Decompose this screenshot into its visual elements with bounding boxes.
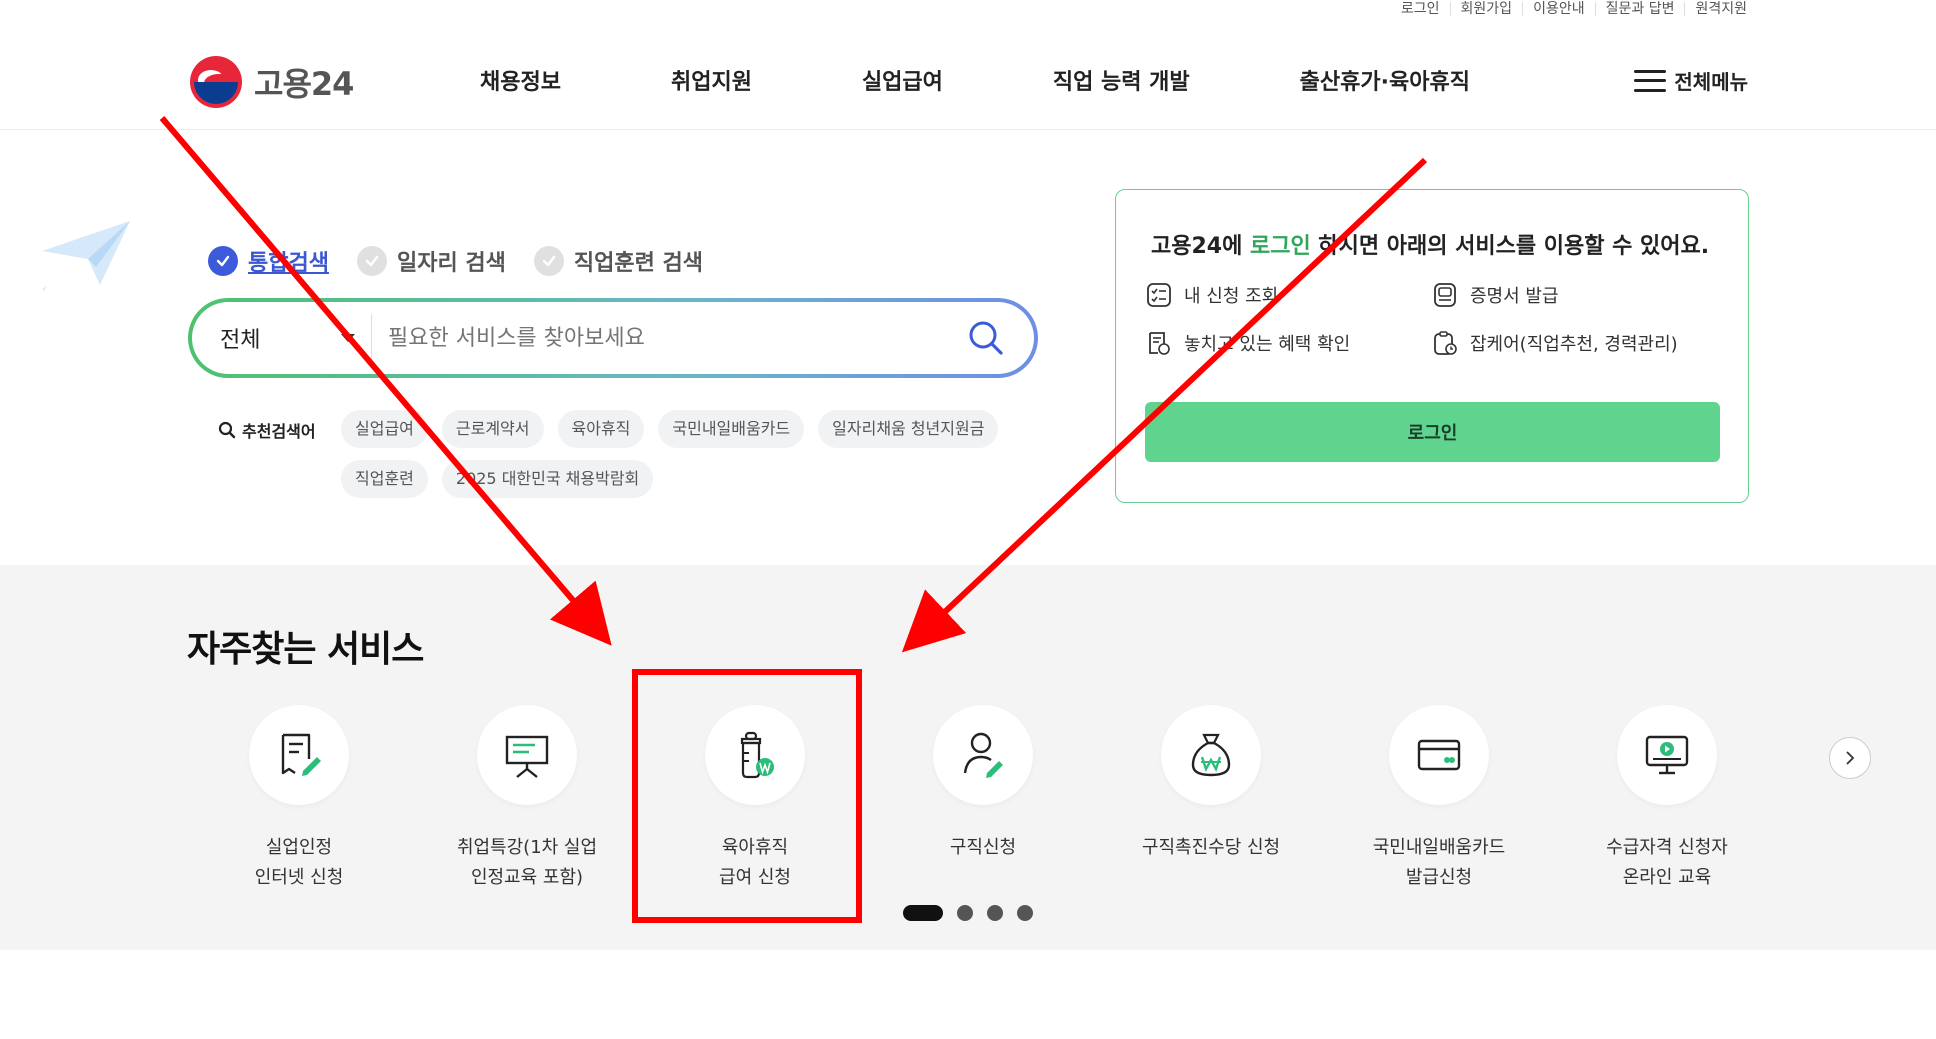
taegeuk-logo-icon <box>190 56 242 108</box>
util-guide-link[interactable]: 이용안내 <box>1523 2 1596 16</box>
tab-training-search[interactable]: 직업훈련 검색 <box>533 245 703 277</box>
nav-employment-support[interactable]: 취업지원 <box>671 64 752 96</box>
caret-down-icon <box>341 334 355 342</box>
check-circle-icon <box>208 246 238 276</box>
header: 고용24 채용정보 취업지원 실업급여 직업 능력 개발 출산휴가·육아휴직 전… <box>0 36 1936 130</box>
pagination-dot[interactable] <box>1017 905 1033 921</box>
service-label: 취업특강(1차 실업 인정교육 포함) <box>456 837 598 888</box>
service-my-applications[interactable]: 내 신청 조회 <box>1146 282 1432 308</box>
select-value: 전체 <box>220 328 261 353</box>
main-nav: 채용정보 취업지원 실업급여 직업 능력 개발 출산휴가·육아휴직 <box>480 64 1470 96</box>
frequent-services-list: 실업인정 인터넷 신청 취업특강(1차 실업 인정교육 포함) 육아휴직 급여 … <box>185 705 1781 893</box>
tab-label: 직업훈련 검색 <box>573 251 703 276</box>
login-message: 고용24에 로그인 하시면 아래의 서비스를 이용할 수 있어요. <box>1151 234 1710 259</box>
tab-integrated-search[interactable]: 통합검색 <box>208 245 329 277</box>
check-circle-icon <box>356 246 387 276</box>
util-qna-link[interactable]: 질문과 답변 <box>1596 2 1686 16</box>
service-label: 수급자격 신청자 온라인 교육 <box>1606 837 1728 888</box>
card-icon <box>1417 739 1461 771</box>
service-unemployment-recognition[interactable]: 실업인정 인터넷 신청 <box>185 705 413 893</box>
service-label: 구직신청 <box>949 837 1017 858</box>
tab-job-search[interactable]: 일자리 검색 <box>356 245 506 277</box>
monitor-play-icon <box>1645 735 1689 775</box>
service-label: 실업인정 인터넷 신청 <box>254 837 344 888</box>
pagination-dot-active[interactable] <box>903 905 943 921</box>
logo-text: 고용24 <box>254 65 354 103</box>
frequent-services-section: 자주찾는 서비스 실업인정 인터넷 신청 취업특강(1차 실업 인정교육 포함)… <box>0 565 1936 950</box>
service-employment-lecture[interactable]: 취업특강(1차 실업 인정교육 포함) <box>413 705 641 893</box>
keyword-chip[interactable]: 직업훈련 <box>341 460 428 498</box>
keyword-chips: 실업급여 근로계약서 육아휴직 국민내일배움카드 일자리채움 청년지원금 직업훈… <box>341 410 1041 498</box>
nav-job-skills[interactable]: 직업 능력 개발 <box>1053 64 1190 96</box>
tab-label: 통합검색 <box>248 251 329 276</box>
login-highlight: 로그인 <box>1250 234 1311 259</box>
util-login-link[interactable]: 로그인 <box>1391 2 1451 16</box>
search-input[interactable] <box>372 314 962 362</box>
baby-bottle-won-icon <box>740 731 774 779</box>
keyword-chip[interactable]: 육아휴직 <box>557 410 645 448</box>
search-tabs: 통합검색 일자리 검색 직업훈련 검색 <box>208 245 703 277</box>
money-bag-icon <box>1191 733 1231 777</box>
carousel-pagination <box>903 905 1033 921</box>
service-jobcare[interactable]: 잡케어(직업추천, 경력관리) <box>1432 330 1718 356</box>
logo[interactable]: 고용24 <box>190 56 354 108</box>
document-pen-icon <box>281 733 321 776</box>
service-online-education[interactable]: 수급자격 신청자 온라인 교육 <box>1553 705 1781 893</box>
service-label: 국민내일배움카드 발급신청 <box>1372 837 1506 888</box>
login-button[interactable]: 로그인 <box>1145 402 1720 462</box>
chevron-right-icon <box>1846 751 1855 765</box>
service-missed-benefits[interactable]: 놓치고 있는 혜택 확인 <box>1146 330 1432 356</box>
keyword-chip[interactable]: 2025 대한민국 채용박람회 <box>441 460 654 498</box>
check-circle-icon <box>533 246 564 276</box>
nav-job-info[interactable]: 채용정보 <box>480 64 561 96</box>
presentation-board-icon <box>505 735 549 778</box>
benefit-document-icon <box>1149 332 1170 355</box>
utility-bar: 로그인 회원가입 이용안내 질문과 답변 원격지원 <box>1391 0 1747 18</box>
keyword-chip[interactable]: 근로계약서 <box>441 410 544 448</box>
tab-label: 일자리 검색 <box>396 251 506 276</box>
all-menu-label: 전체메뉴 <box>1674 70 1748 94</box>
hamburger-icon <box>1634 69 1667 92</box>
keyword-chip[interactable]: 실업급여 <box>341 410 428 448</box>
service-job-seeking-allowance[interactable]: 구직촉진수당 신청 <box>1097 705 1325 893</box>
reco-label: 추천검색어 <box>218 418 316 442</box>
search-icon <box>969 321 1003 355</box>
nav-maternity-parental-leave[interactable]: 출산휴가·육아휴직 <box>1300 64 1470 96</box>
service-training-card[interactable]: 국민내일배움카드 발급신청 <box>1325 705 1553 893</box>
nav-unemployment-benefit[interactable]: 실업급여 <box>862 64 943 96</box>
paper-plane-icon <box>40 221 130 294</box>
pagination-dot[interactable] <box>987 905 1003 921</box>
search-box: 전체 <box>188 298 1038 378</box>
login-card: 고용24에 로그인 하시면 아래의 서비스를 이용할 수 있어요. 내 신청 조… <box>1115 189 1749 503</box>
section-title: 자주찾는 서비스 <box>187 629 424 670</box>
search-icon <box>218 421 236 439</box>
service-job-application[interactable]: 구직신청 <box>869 705 1097 893</box>
keyword-chip[interactable]: 일자리채움 청년지원금 <box>818 410 999 448</box>
util-remote-support-link[interactable]: 원격지원 <box>1685 2 1747 16</box>
all-menu-button[interactable]: 전체메뉴 <box>1634 66 1748 95</box>
service-label: 육아휴직 급여 신청 <box>719 837 791 888</box>
pagination-dot[interactable] <box>957 905 973 921</box>
service-certificate[interactable]: 증명서 발급 <box>1432 282 1718 308</box>
clipboard-clock-icon <box>1434 331 1457 355</box>
keyword-chip[interactable]: 국민내일배움카드 <box>658 410 805 448</box>
checklist-icon <box>1147 283 1171 307</box>
service-label: 구직촉진수당 신청 <box>1141 837 1281 858</box>
carousel-next-button[interactable] <box>1829 737 1871 779</box>
search-category-select[interactable]: 전체 <box>192 314 372 362</box>
login-services: 내 신청 조회 증명서 발급 놓치고 있는 혜택 확인 잡케어(직업추천, 경력… <box>1146 282 1718 356</box>
person-pen-icon <box>963 732 1003 778</box>
certificate-icon <box>1434 283 1456 307</box>
search-button[interactable] <box>962 314 1010 362</box>
service-parental-leave-benefit[interactable]: 육아휴직 급여 신청 <box>641 705 869 893</box>
util-signup-link[interactable]: 회원가입 <box>1451 2 1524 16</box>
